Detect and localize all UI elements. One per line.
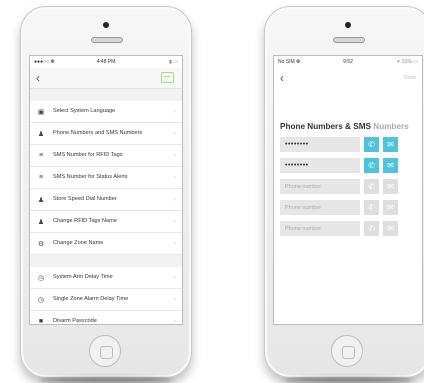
phone-right: No SIM ❆ 9:52 ✶ 31% ▭ ‹ Done Phone Numbe… [264,6,424,383]
settings-row[interactable]: ◷ System Arm Delay Time › [30,267,182,289]
sms-icon[interactable]: ✉ [383,200,398,215]
call-icon[interactable]: ✆ [364,221,379,236]
settings-row[interactable]: ♟ Phone Numbers and SMS Numbers › [30,123,182,145]
person-icon: ♟ [37,218,45,226]
settings-row[interactable]: ≡ SMS Number for RFID Tags › [30,145,182,167]
phone-number-row: •••••••• ✆ ✉ [280,158,422,173]
settings-row-label: Change RFID Tags Name [53,218,117,225]
clock-icon: ◷ [37,274,45,282]
clock-icon: ◷ [37,296,45,304]
settings-row-label: Store Speed Dial Number [53,196,117,203]
settings-row[interactable]: ■ Disarm Passcode › [30,311,182,325]
settings-row-label: System Arm Delay Time [53,274,113,281]
home-button[interactable] [89,335,121,367]
settings-row-label: Disarm Passcode [53,318,97,325]
home-square-icon [100,346,113,359]
phone-left: ●●●○○ ❆ 4:48 PM ▮ ▭ ‹ ▣ Select System Lan… [20,6,192,383]
battery-indicator: ✶ 31% ▭ [396,59,418,65]
settings-group-1: ▣ Select System Language › ♟ Phone Numbers a… [30,101,182,255]
phone-shadow [283,377,413,383]
page-title-main: Phone Numbers & SMS [280,122,371,131]
settings-row[interactable]: ≡ SMS Number for Status Alerts › [30,167,182,189]
phone-number-field[interactable]: •••••••• [280,158,360,173]
chevron-right-icon: › [173,196,176,203]
speaker-grille [333,37,365,43]
settings-row[interactable]: ◷ Single Zone Alarm Delay Time › [30,289,182,311]
chevron-right-icon: › [173,108,176,115]
chevron-right-icon: › [173,274,176,281]
chevron-right-icon: › [173,296,176,303]
lock-icon: ■ [38,318,44,325]
phone-number-row: •••••••• ✆ ✉ [280,137,422,152]
settings-row[interactable]: ♟ Change RFID Tags Name › [30,211,182,233]
settings-row[interactable]: ▣ Select System Language › [30,101,182,123]
chevron-right-icon: › [173,318,176,325]
status-bar: ●●●○○ ❆ 4:48 PM ▮ ▭ [30,56,182,68]
settings-screen: ●●●○○ ❆ 4:48 PM ▮ ▭ ‹ ▣ Select System Lan… [29,55,183,325]
settings-group-2: ◷ System Arm Delay Time › ◷ Single Zone Alar… [30,267,182,325]
phone-numbers-screen: No SIM ❆ 9:52 ✶ 31% ▭ ‹ Done Phone Numbe… [273,55,423,325]
battery-indicator: ▮ ▭ [169,59,178,65]
phone-number-field[interactable]: Phone number [280,200,360,215]
status-bar: No SIM ❆ 9:52 ✶ 31% ▭ [274,56,422,68]
rfid-icon: ≡ [38,152,44,159]
settings-row-label: Change Zone Name [53,240,104,247]
settings-row-label: SMS Number for RFID Tags [53,152,123,159]
settings-row-label: SMS Number for Status Alerts [53,174,128,181]
sms-icon[interactable]: ✉ [383,158,398,173]
section-gap [30,255,182,267]
chevron-right-icon: › [173,218,176,225]
chevron-right-icon: › [173,130,176,137]
call-icon[interactable]: ✆ [364,158,379,173]
settings-row[interactable]: ♟ Store Speed Dial Number › [30,189,182,211]
done-button[interactable]: Done [404,75,416,81]
status-time: 4:48 PM [96,59,116,65]
phone-shadow [39,377,173,383]
phone-number-list: •••••••• ✆ ✉ •••••••• ✆ ✉ Phone number ✆ ✉ Phone … [274,137,422,236]
chevron-left-icon[interactable]: ‹ [280,71,284,85]
speed-dial-icon: ♟ [37,196,45,204]
phone-number-row: Phone number ✆ ✉ [280,179,422,194]
page-title-suffix: Numbers [373,122,409,131]
zone-icon: ⚙ [37,240,45,248]
nav-bar: ‹ Done [274,68,422,88]
home-button[interactable] [331,335,363,367]
status-alert-icon: ≡ [38,174,44,181]
phone-number-field[interactable]: •••••••• [280,137,360,152]
call-icon[interactable]: ✆ [364,200,379,215]
camera-icon [345,22,351,28]
chevron-right-icon: › [173,174,176,181]
camera-icon [103,22,109,28]
call-icon[interactable]: ✆ [364,137,379,152]
phone-number-field[interactable]: Phone number [280,179,360,194]
chevron-left-icon[interactable]: ‹ [36,71,40,85]
chevron-right-icon: › [173,240,176,247]
section-gap [30,89,182,101]
home-square-icon [342,346,355,359]
phone-number-row: Phone number ✆ ✉ [280,221,422,236]
settings-row-label: Phone Numbers and SMS Numbers [53,130,143,137]
settings-row-label: Select System Language [53,108,116,115]
language-icon: ▣ [37,108,45,116]
settings-row[interactable]: ⚙ Change Zone Name › [30,233,182,255]
message-icon[interactable] [161,72,174,83]
chevron-right-icon: › [173,152,176,159]
nav-bar: ‹ [30,68,182,89]
settings-row-label: Single Zone Alarm Delay Time [53,296,129,303]
page-title: Phone Numbers & SMS Numbers [280,122,422,131]
call-icon[interactable]: ✆ [364,179,379,194]
speaker-grille [91,37,123,43]
phone-number-field[interactable]: Phone number [280,221,360,236]
sms-icon[interactable]: ✉ [383,137,398,152]
sms-icon[interactable]: ✉ [383,221,398,236]
sms-icon[interactable]: ✉ [383,179,398,194]
person-phone-icon: ♟ [37,130,45,138]
phone-number-row: Phone number ✆ ✉ [280,200,422,215]
